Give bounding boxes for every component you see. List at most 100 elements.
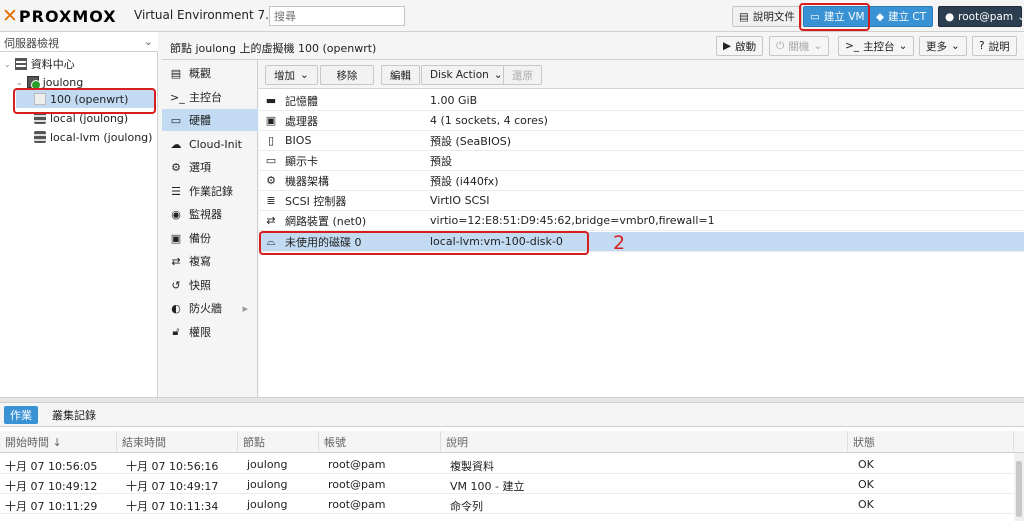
page-title: 節點 joulong 上的虛擬機 100 (openwrt) [170, 42, 377, 55]
col-end-time[interactable]: 結束時間 [117, 431, 238, 453]
task-log-panel: 作業 叢集記錄 開始時間 ↓ 結束時間 節點 帳號 說明 狀態 十月 07 10… [0, 403, 1024, 521]
chevron-down-icon: ⌄ [143, 35, 153, 48]
hardware-row-bios[interactable]: ▯ BIOS 預設 (SeaBIOS) [259, 131, 1024, 151]
search-input[interactable] [269, 6, 405, 26]
unlock-icon: 🔓︎ [172, 325, 180, 338]
eye-icon: ◉ [171, 207, 181, 221]
start-button[interactable]: ▶ 啟動 [716, 36, 764, 56]
hardware-row-memory[interactable]: ▬ 記憶體 1.00 GiB [259, 91, 1024, 111]
more-button[interactable]: 更多 ⌄ [919, 36, 967, 56]
list-icon: ☰ [171, 184, 181, 198]
floppy-icon: ▣ [170, 231, 182, 245]
exchange-icon: ⇄ [266, 214, 276, 227]
chevron-down-icon: ⌄ [898, 40, 908, 52]
chevron-down-icon: ⌄ [300, 69, 309, 81]
table-row[interactable]: 十月 07 10:11:29 十月 07 10:11:34 joulong ro… [0, 494, 1014, 514]
retweet-icon: ⇄ [171, 254, 181, 268]
nav-backup[interactable]: ▣ 備份 [162, 227, 258, 249]
nav-monitor[interactable]: ◉ 監視器 [162, 203, 258, 225]
annotation-number-2: 2 [613, 232, 626, 254]
log-tabs: 作業 叢集記錄 [0, 403, 1024, 427]
add-button[interactable]: 增加 ⌄ [265, 65, 318, 85]
chevron-down-icon: ⌄ [813, 40, 823, 52]
disk-action-button[interactable]: Disk Action ⌄ [421, 65, 512, 85]
resource-tree: 伺服器檢視 ⌄ ⌄ 資料中心 ⌄ joulong 100 (openwrt) l… [0, 32, 158, 397]
nav-firewall[interactable]: ◐ 防火牆 ▸ [162, 297, 258, 319]
docs-button[interactable]: ▤ 說明文件 [732, 6, 802, 27]
terminal-icon: >_ [170, 90, 185, 104]
vm-nav: ▤ 概觀 >_ 主控台 ▭ 硬體 ☁ Cloud-Init ⚙ 選項 ☰ 作業記錄 ◉ 監視器… [162, 60, 258, 397]
chevron-down-icon: ⌄ [951, 40, 960, 52]
log-scrollbar[interactable] [1014, 453, 1024, 521]
create-ct-button[interactable]: ◆ 建立 CT [869, 6, 934, 27]
power-icon: ⏻ [776, 39, 785, 52]
revert-button[interactable]: 還原 [503, 65, 542, 85]
gear-icon: ⚙ [171, 160, 181, 174]
hardware-row-processor[interactable]: ▣ 處理器 4 (1 sockets, 4 cores) [259, 111, 1024, 131]
nav-replication[interactable]: ⇄ 複寫 [162, 250, 258, 272]
chevron-right-icon: ▸ [242, 301, 248, 315]
col-status[interactable]: 狀態 [848, 431, 1014, 453]
desktop-icon: ▭ [265, 154, 277, 167]
database-icon: ≣ [266, 194, 276, 207]
vm-header: 節點 joulong 上的虛擬機 100 (openwrt) ▶ 啟動 ⏻ 關機… [162, 32, 1024, 60]
table-row[interactable]: 十月 07 10:49:12 十月 07 10:49:17 joulong ro… [0, 474, 1014, 494]
nav-hardware[interactable]: ▭ 硬體 [162, 109, 258, 131]
annotation-box-vm [13, 88, 156, 114]
cogs-icon: ⚙ [266, 174, 276, 187]
col-start-time[interactable]: 開始時間 ↓ [0, 431, 117, 453]
shield-icon: ◐ [171, 301, 181, 315]
tab-cluster-log[interactable]: 叢集記錄 [46, 406, 102, 424]
desktop-icon: ▭ [170, 113, 182, 127]
proxmox-logo: ✕ PROXMOX [2, 5, 117, 27]
datacenter-icon [14, 58, 27, 70]
logo-text: PROXMOX [18, 6, 117, 26]
tree-item-datacenter[interactable]: ⌄ 資料中心 [4, 55, 75, 73]
hardware-row-network[interactable]: ⇄ 網路裝置 (net0) virtio=12:E8:51:D9:45:62,bri… [259, 211, 1024, 231]
chevron-down-icon: ⌄ [1017, 10, 1024, 23]
view-selector[interactable]: 伺服器檢視 ⌄ [0, 32, 158, 52]
nav-console[interactable]: >_ 主控台 [162, 86, 258, 108]
hardware-row-machine[interactable]: ⚙ 機器架構 預設 (i440fx) [259, 171, 1024, 191]
help-button[interactable]: ? 說明 [972, 36, 1017, 56]
chip-icon: ▯ [267, 134, 275, 147]
col-user[interactable]: 帳號 [319, 431, 441, 453]
tree-item-storage-local-lvm[interactable]: local-lvm (joulong) [34, 128, 152, 146]
console-button[interactable]: >_ 主控台 ⌄ [838, 36, 915, 56]
table-row[interactable]: 十月 07 10:56:05 十月 07 10:56:16 joulong ro… [0, 454, 1014, 474]
nav-task-history[interactable]: ☰ 作業記錄 [162, 180, 258, 202]
log-table-header: 開始時間 ↓ 結束時間 節點 帳號 說明 狀態 [0, 431, 1024, 453]
hardware-row-display[interactable]: ▭ 顯示卡 預設 [259, 151, 1024, 171]
nav-summary[interactable]: ▤ 概觀 [162, 62, 258, 84]
shutdown-button[interactable]: ⏻ 關機 ⌄ [769, 36, 830, 56]
hardware-panel: 增加 ⌄ 移除 編輯 Disk Action ⌄ 還原 ▬ 記憶體 1.00 GiB ▣… [259, 60, 1024, 397]
version-label: Virtual Environment 7.2-3 [134, 8, 289, 22]
chevron-down-icon: ⌄ [493, 69, 503, 81]
cpu-icon: ▣ [265, 114, 277, 127]
top-bar: ✕ PROXMOX Virtual Environment 7.2-3 ▤ 說明… [0, 0, 1024, 32]
node-online-icon [26, 76, 41, 90]
hardware-row-scsi[interactable]: ≣ SCSI 控制器 VirtIO SCSI [259, 191, 1024, 211]
user-menu-button[interactable]: ● root@pam ⌄ [938, 6, 1024, 27]
cloud-icon: ☁ [170, 137, 182, 151]
terminal-icon: >_ [845, 40, 860, 52]
col-description[interactable]: 說明 [441, 431, 848, 453]
nav-cloud-init[interactable]: ☁ Cloud-Init [162, 133, 258, 155]
memory-icon: ▬ [265, 94, 277, 107]
question-icon: ? [979, 40, 985, 52]
nav-snapshots[interactable]: ↺ 快照 [162, 274, 258, 296]
remove-button[interactable]: 移除 [320, 65, 374, 85]
proxmox-x-icon: ✕ [2, 5, 18, 27]
nav-options[interactable]: ⚙ 選項 [162, 156, 258, 178]
book-icon: ▤ [170, 66, 182, 80]
edit-button[interactable]: 編輯 [381, 65, 420, 85]
hardware-toolbar: 增加 ⌄ 移除 編輯 Disk Action ⌄ 還原 [259, 60, 1024, 89]
tab-tasks[interactable]: 作業 [4, 406, 38, 424]
annotation-box-1 [799, 3, 870, 31]
nav-permissions[interactable]: 🔓︎ 權限 [162, 321, 258, 343]
scrollbar-thumb[interactable] [1016, 461, 1022, 517]
user-icon: ● [945, 10, 955, 23]
annotation-box-2 [259, 231, 589, 255]
collapse-icon: ⌄ [16, 77, 23, 87]
col-node[interactable]: 節點 [238, 431, 319, 453]
